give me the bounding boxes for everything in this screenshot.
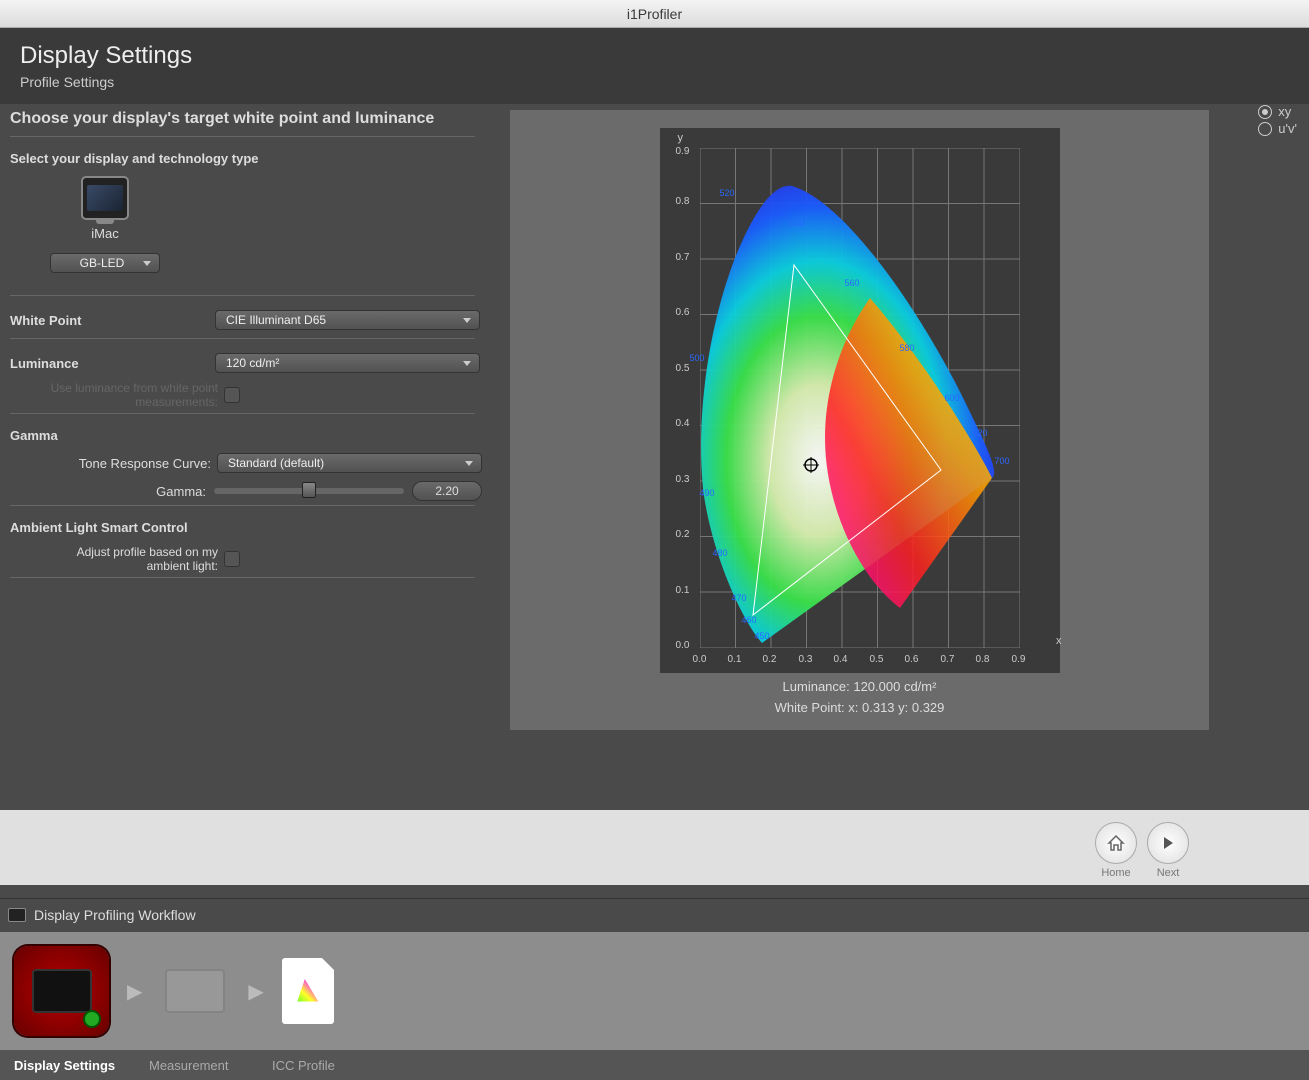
ambient-adjust-label: Adjust profile based on my ambient light… [38,545,218,573]
nav-strip: Home Next [0,810,1309,885]
gamma-value-field[interactable]: 2.20 [412,481,482,501]
coord-space-toggle: xy u'v' [1258,104,1297,138]
page-title: Display Settings [20,42,1289,70]
window-title: i1Profiler [627,6,682,22]
page-subtitle: Profile Settings [20,74,1289,90]
home-icon [1106,833,1126,853]
use-wp-luminance-label: Use luminance from white point measureme… [38,381,218,409]
settings-heading: Choose your display's target white point… [10,110,490,128]
step-label-icc-profile: ICC Profile [272,1058,392,1073]
chevron-right-icon: ▶ [242,979,269,1004]
chromaticity-svg [700,148,1020,648]
use-wp-luminance-checkbox[interactable] [224,387,240,403]
trc-value: Standard (default) [228,456,324,470]
step-label-measurement: Measurement [149,1058,272,1073]
monitor-icon [8,908,26,922]
technology-value: GB-LED [80,256,125,270]
home-button[interactable] [1095,822,1137,864]
white-point-dropdown[interactable]: CIE Illuminant D65 [215,310,480,330]
divider [10,505,475,506]
divider [10,577,475,578]
ambient-adjust-checkbox[interactable] [224,551,240,567]
window-titlebar: i1Profiler [0,0,1309,28]
coord-uv-radio[interactable]: u'v' [1258,121,1297,136]
divider [10,413,475,414]
play-icon [1160,835,1176,851]
workflow-title: Display Profiling Workflow [34,907,196,923]
display-selector[interactable]: iMac [40,176,170,241]
gamma-label: Gamma [10,428,490,443]
luminance-dropdown[interactable]: 120 cd/m² [215,353,480,373]
divider [10,338,475,339]
white-point-value: CIE Illuminant D65 [226,313,326,327]
step-measurement[interactable] [160,956,230,1026]
next-label: Next [1157,867,1180,879]
chromaticity-chart: y x [660,128,1060,673]
x-axis-label: x [1056,635,1062,647]
step-label-display-settings: Display Settings [14,1058,149,1073]
step-icc-profile[interactable] [282,958,334,1024]
chromaticity-panel: y x [510,110,1209,730]
white-point-label: White Point [10,313,215,328]
select-type-label: Select your display and technology type [10,151,490,166]
trc-dropdown[interactable]: Standard (default) [217,453,482,473]
step-display-settings[interactable] [14,946,109,1036]
luminance-value: 120 cd/m² [226,356,279,370]
divider [10,136,475,137]
workflow-steps: ▶ ▶ [0,932,1309,1050]
technology-dropdown[interactable]: GB-LED [50,253,160,273]
gamma-slider-label: Gamma: [156,484,206,499]
coord-xy-radio[interactable]: xy [1258,104,1297,119]
monitor-icon [81,176,129,220]
gamma-slider[interactable] [214,488,404,494]
y-axis-label: y [678,132,684,144]
next-button[interactable] [1147,822,1189,864]
home-label: Home [1101,867,1130,879]
chart-whitepoint-readout: White Point: x: 0.313 y: 0.329 [528,700,1191,715]
workflow-step-labels: Display Settings Measurement ICC Profile [0,1050,1309,1080]
chevron-right-icon: ▶ [121,979,148,1004]
trc-label: Tone Response Curve: [79,456,211,471]
settings-panel: Choose your display's target white point… [10,110,510,800]
chart-luminance-readout: Luminance: 120.000 cd/m² [528,679,1191,694]
divider [10,295,475,296]
display-name: iMac [40,226,170,241]
workflow-title-bar: Display Profiling Workflow [0,898,1309,930]
luminance-label: Luminance [10,356,215,371]
ambient-label: Ambient Light Smart Control [10,520,490,535]
